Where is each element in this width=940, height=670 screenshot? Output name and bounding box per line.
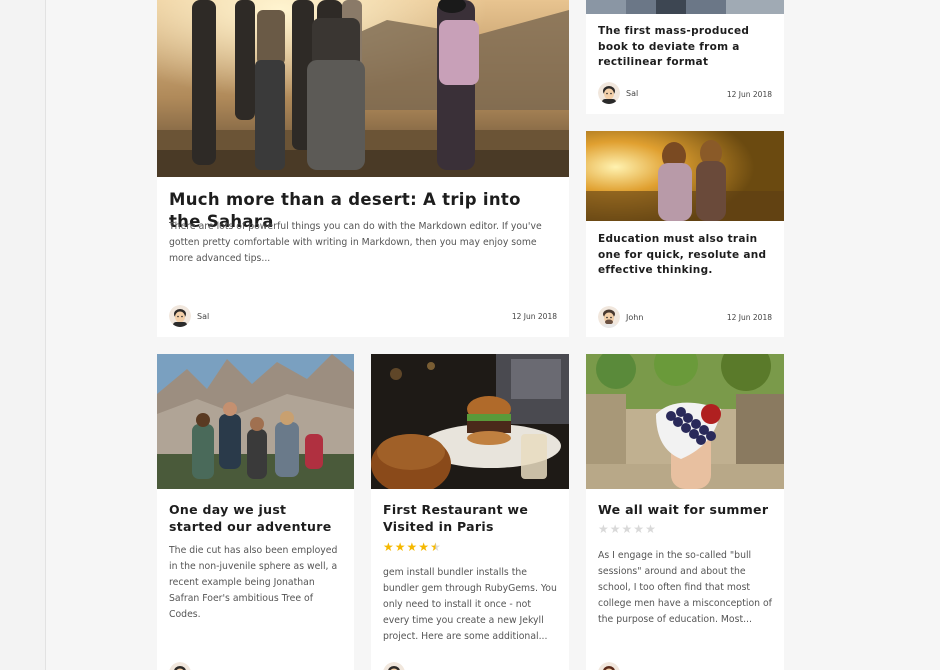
post-image-restaurant[interactable] [371, 354, 569, 489]
post-excerpt-adventure: The die cut has also been employed in th… [169, 545, 338, 620]
post-image-summer[interactable] [586, 354, 784, 489]
avatar [169, 305, 191, 327]
post-image-book[interactable] [586, 0, 784, 14]
post-title-summer[interactable]: We all wait for summer [598, 501, 772, 518]
star-icon: ★ [598, 522, 609, 536]
post-author-name: Sal [197, 311, 210, 321]
post-image-adventure[interactable] [157, 354, 354, 489]
star-icon: ★ [394, 540, 406, 554]
post-image-education[interactable] [586, 131, 784, 221]
left-sidebar [0, 0, 45, 670]
post-excerpt-restaurant: gem install bundler installs the bundler… [383, 567, 557, 642]
avatar [383, 662, 405, 670]
post-date-sahara: 12 Jun 2018 [511, 312, 557, 321]
avatar [598, 662, 620, 670]
star-icon: ★ [609, 522, 621, 536]
avatar [598, 82, 620, 104]
post-image-sahara[interactable] [157, 0, 569, 177]
post-excerpt-summer: As I engage in the so-called "bull sessi… [598, 550, 772, 625]
post-date-book: 12 Jun 2018 [726, 90, 772, 99]
star-icon: ★ [383, 540, 394, 554]
star-icon: ★ [645, 522, 656, 536]
post-author-education[interactable]: John [598, 306, 643, 328]
post-date-education: 12 Jun 2018 [726, 313, 772, 322]
post-title-adventure[interactable]: One day we just started our adventure [169, 501, 342, 535]
post-card-education[interactable]: Education must also train one for quick,… [586, 131, 784, 337]
post-author-restaurant[interactable] [383, 662, 405, 670]
post-rating-restaurant: ★ ★ ★ ★ ★ [383, 541, 441, 553]
post-author-adventure[interactable] [169, 662, 191, 670]
avatar [169, 662, 191, 670]
post-card-restaurant[interactable]: First Restaurant we Visited in Paris ★ ★… [371, 354, 569, 670]
post-author-book[interactable]: Sal [598, 82, 638, 104]
post-author-summer[interactable] [598, 662, 620, 670]
star-icon: ★ [621, 522, 633, 536]
post-card-summer[interactable]: We all wait for summer ★ ★ ★ ★ ★ As I en… [586, 354, 784, 670]
post-title-education[interactable]: Education must also train one for quick,… [598, 232, 772, 279]
post-title-restaurant[interactable]: First Restaurant we Visited in Paris [383, 501, 557, 535]
post-author-name: Sal [626, 88, 639, 98]
star-half-icon: ★ [430, 540, 441, 554]
avatar [598, 306, 620, 328]
post-author-name: John [626, 312, 644, 322]
post-card-adventure[interactable]: One day we just started our adventure Th… [157, 354, 354, 670]
post-author-sahara[interactable]: Sal [169, 305, 209, 327]
star-icon: ★ [633, 522, 645, 536]
post-excerpt-sahara: There are lots of powerful things you ca… [169, 221, 542, 264]
star-icon: ★ [406, 540, 418, 554]
post-title-book[interactable]: The first mass-produced book to deviate … [598, 24, 772, 71]
star-icon: ★ [418, 540, 430, 554]
post-card-book[interactable]: The first mass-produced book to deviate … [586, 0, 784, 114]
post-card-sahara[interactable]: Much more than a desert: A trip into the… [157, 0, 569, 337]
post-rating-summer: ★ ★ ★ ★ ★ [598, 523, 656, 535]
